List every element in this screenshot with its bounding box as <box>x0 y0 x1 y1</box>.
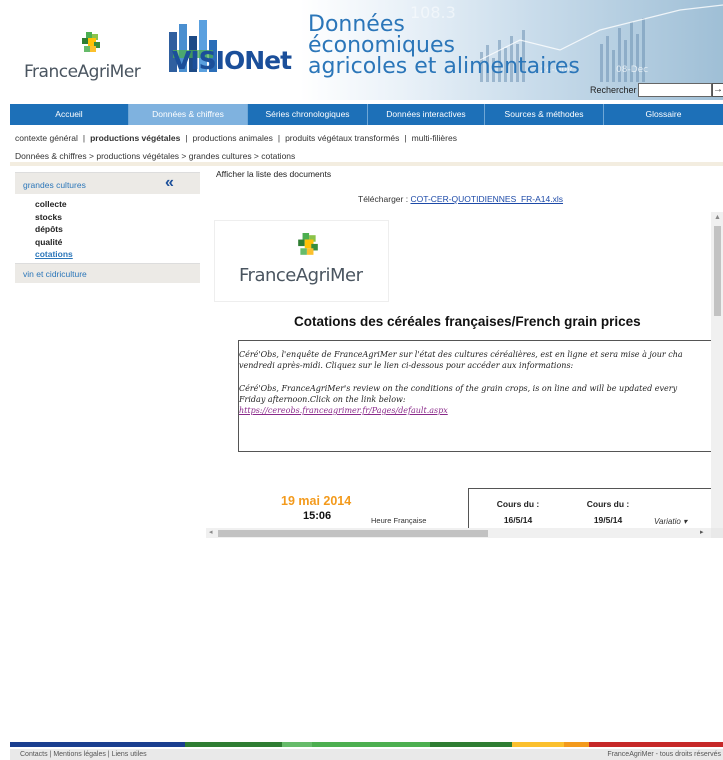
sidebar-item-qualite[interactable]: qualité <box>15 236 200 249</box>
nav-item-sources-methodes[interactable]: Sources & méthodes <box>485 104 604 125</box>
sub-nav: contexte général | productions végétales | p… <box>15 133 457 143</box>
collapse-icon[interactable]: « <box>165 174 174 192</box>
scroll-left-arrow-icon[interactable]: ◂ <box>209 528 213 536</box>
notice-fr-line-1: Céré'Obs, l'enquête de FranceAgriMer sur… <box>239 350 683 359</box>
franceagrimer-card-logo-icon <box>298 233 318 255</box>
subnav-item-contexte-general[interactable]: contexte général <box>15 133 78 143</box>
sidebar-footer: vin et cidriculture <box>15 262 200 284</box>
sidebar-item-stocks[interactable]: stocks <box>15 211 200 224</box>
subnav-item-multi-filieres[interactable]: multi-filières <box>412 133 457 143</box>
breadcrumb: Données & chiffres > productions végétal… <box>10 148 723 166</box>
header: 108.3 24-Nov 08-Dec FranceAgriMer VISION… <box>10 0 723 100</box>
main-nav: Accueil Données & chiffres Séries chrono… <box>10 104 723 125</box>
sidebar-item-collecte[interactable]: collecte <box>15 198 200 211</box>
vertical-scroll-thumb[interactable] <box>714 226 721 316</box>
page: 108.3 24-Nov 08-Dec FranceAgriMer VISION… <box>10 0 723 760</box>
download-label: Télécharger : <box>358 194 409 204</box>
notice-fr-line-2: vendredi après-midi. Cliquez sur le lien… <box>239 361 574 370</box>
nav-item-accueil[interactable]: Accueil <box>10 104 129 125</box>
scroll-right-arrow-icon[interactable]: ▸ <box>700 528 704 536</box>
quote-date: 19 mai 2014 <box>281 494 352 508</box>
svg-text:08-Dec: 08-Dec <box>616 65 648 75</box>
scroll-up-arrow-icon[interactable]: ▲ <box>714 214 721 221</box>
cours-1-date: 16/5/14 <box>503 515 533 525</box>
notice-en-line-2: Friday afternoon.Click on the link below… <box>239 395 406 404</box>
footer: Contacts | Mentions légales | Liens util… <box>10 749 723 760</box>
subnav-item-productions-vegetales[interactable]: productions végétales <box>90 133 180 143</box>
nav-item-donnees-chiffres[interactable]: Données & chiffres <box>129 104 248 125</box>
site-title: Données économiques agricoles et aliment… <box>308 12 580 79</box>
download-line: Télécharger : COT-CER-QUOTIDIENNES_FR-A1… <box>358 194 563 204</box>
subnav-item-productions-animales[interactable]: productions animales <box>193 133 273 143</box>
quote-time: 15:06 <box>303 510 332 522</box>
search-go-arrow-icon[interactable]: → <box>712 83 723 97</box>
cours-2-date: 19/5/14 <box>593 515 623 525</box>
time-zone-label: Heure Française <box>371 516 427 525</box>
franceagrimer-card-logo: FranceAgriMer <box>214 220 389 302</box>
cours-1-label: Cours du : <box>496 499 540 509</box>
visionet-logo[interactable]: VISIONet <box>167 20 292 82</box>
franceagrimer-logo[interactable]: FranceAgriMer <box>24 30 144 90</box>
vertical-scrollbar[interactable]: ▲ <box>711 212 723 528</box>
dropdown-arrow-icon: ▾ <box>683 517 688 526</box>
site-title-line-3: agricoles et alimentaires <box>308 54 580 79</box>
notice-en-line-1: Céré'Obs, FranceAgriMer's review on the … <box>239 384 678 393</box>
horizontal-scrollbar[interactable]: ◂ ▸ <box>206 528 711 538</box>
show-documents-link[interactable]: Afficher la liste des documents <box>216 169 331 179</box>
site-title-line-1: Données <box>308 12 405 37</box>
search-label: Rechercher <box>590 85 637 95</box>
sidebar-item-cotations[interactable]: cotations <box>15 248 200 261</box>
cereobs-link[interactable]: https://cereobs.franceagrimer.fr/Pages/d… <box>239 406 448 415</box>
cours-column-2: Cours du : 19/5/14 <box>582 499 634 525</box>
franceagrimer-card-logo-text: FranceAgriMer <box>239 265 363 286</box>
franceagrimer-logo-icon <box>82 32 100 52</box>
franceagrimer-logo-text: FranceAgriMer <box>24 62 141 82</box>
cours-2-label: Cours du : <box>586 499 630 509</box>
nav-item-glossaire[interactable]: Glossaire <box>604 104 723 125</box>
horizontal-scroll-thumb[interactable] <box>218 530 488 537</box>
sidebar-item-depots[interactable]: dépôts <box>15 223 200 236</box>
subnav-item-produits-vegetaux-transformes[interactable]: produits végétaux transformés <box>285 133 399 143</box>
nav-item-series-chronologiques[interactable]: Séries chronologiques <box>248 104 368 125</box>
nav-item-donnees-interactives[interactable]: Données interactives <box>368 104 485 125</box>
sidebar: grandes cultures « collecte stocks dépôt… <box>15 172 200 283</box>
variation-label: Variatio <box>654 517 681 526</box>
spreadsheet-viewer: FranceAgriMer Cotations des céréales fra… <box>206 212 723 538</box>
footer-color-bar <box>10 742 723 747</box>
cours-column-1: Cours du : 16/5/14 <box>492 499 544 525</box>
site-title-line-2: économiques <box>308 33 455 58</box>
sidebar-section-vin-cidriculture[interactable]: vin et cidriculture <box>15 264 200 284</box>
spreadsheet-content: FranceAgriMer Cotations des céréales fra… <box>206 212 711 528</box>
footer-links[interactable]: Contacts | Mentions légales | Liens util… <box>20 749 147 760</box>
visionet-logo-text: VISIONet <box>172 46 292 75</box>
variation-column-header[interactable]: Variatio ▾ <box>654 517 687 526</box>
prices-title: Cotations des céréales françaises/French… <box>294 314 641 329</box>
download-file-link[interactable]: COT-CER-QUOTIDIENNES_FR-A14.xls <box>410 194 563 204</box>
sidebar-header: grandes cultures « <box>15 172 200 194</box>
footer-copyright: FranceAgriMer - tous droits réservés <box>607 751 721 758</box>
cereobs-notice: Céré'Obs, l'enquête de FranceAgriMer sur… <box>238 340 711 452</box>
sidebar-list: collecte stocks dépôts qualité cotations <box>15 194 200 263</box>
sidebar-section-grandes-cultures[interactable]: grandes cultures <box>23 180 86 190</box>
search-input[interactable] <box>638 83 712 97</box>
